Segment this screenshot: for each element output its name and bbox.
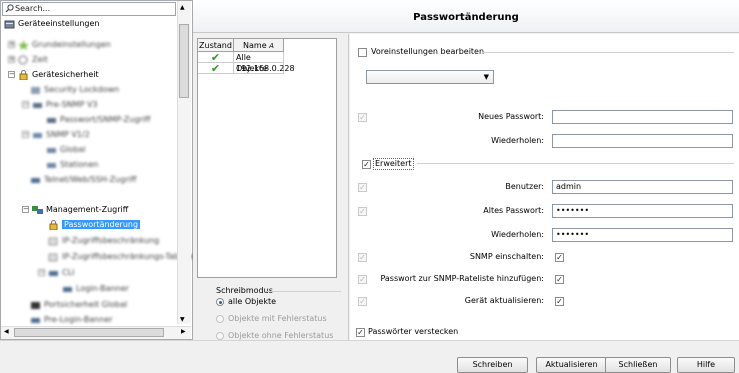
refresh-button[interactable]: Aktualisieren	[536, 357, 607, 373]
repeat2-label: Wiederholen:	[491, 230, 544, 239]
tree-item-geraetesicherheit[interactable]: − Gerätesicherheit	[8, 68, 99, 82]
new-password-field[interactable]	[552, 110, 733, 124]
extended-label: Erweitert	[373, 158, 414, 170]
tree-scroll-thumb[interactable]	[179, 24, 189, 98]
scroll-down-icon[interactable]: ▼	[180, 316, 185, 323]
object-table: Zustand Name A ✔ Alle Objekte ✔ 192.168.…	[197, 38, 337, 278]
snmp-rate-label: Passwort zur SNMP-Rateliste hinzufügen:	[380, 274, 544, 283]
chevron-down-icon: ▼	[483, 73, 489, 81]
hide-passwords-checkbox[interactable]: ✓	[356, 328, 365, 337]
snmp-rate-side-checkbox: ✓	[358, 275, 367, 284]
scroll-left-icon[interactable]: ◀	[4, 328, 9, 335]
old-password-field[interactable]: •••••••	[552, 204, 733, 218]
radio-selected-icon	[216, 298, 224, 306]
tree-hscroll-thumb[interactable]	[14, 328, 164, 337]
tree-item-security-lockdown[interactable]: Security Lockdown	[30, 83, 119, 97]
sort-icon: A	[269, 42, 274, 50]
close-button[interactable]: Schließen	[605, 357, 671, 373]
old-password-checkbox: ✓	[358, 207, 367, 216]
lock-icon	[48, 219, 59, 230]
tree-item-cli[interactable]: − CLI	[38, 266, 74, 280]
tree-item-pre-snmp-v3[interactable]: − Pre-SNMP V3	[22, 98, 98, 112]
tree-root[interactable]: Geräteeinstellungen	[4, 17, 99, 31]
search-icon	[5, 4, 14, 17]
tree-item-passwortaenderung[interactable]: Passwortänderung	[48, 218, 141, 232]
help-button[interactable]: Hilfe	[677, 357, 735, 373]
search-input[interactable]: Search...	[2, 2, 176, 16]
device-icon	[4, 19, 15, 29]
scroll-right-icon[interactable]: ▶	[181, 328, 186, 335]
star-icon	[18, 39, 29, 50]
update-device-label: Gerät aktualisieren:	[464, 296, 544, 305]
mode-all-objects[interactable]: alle Objekte	[216, 295, 276, 309]
repeat2-field[interactable]: •••••••	[552, 228, 733, 242]
table-row-name[interactable]: Alle Objekte	[234, 52, 284, 73]
presets-dropdown[interactable]: ▼	[366, 70, 494, 84]
network-icon	[32, 205, 43, 215]
snmp-rate-checkbox[interactable]: ✓	[555, 275, 564, 284]
selected-label: Passwortänderung	[62, 220, 141, 229]
tree-item-management-zugriff[interactable]: − Management-Zugriff	[22, 203, 128, 217]
user-field[interactable]: admin	[552, 180, 733, 194]
scroll-up-icon[interactable]: ▲	[180, 4, 185, 11]
presets-checkbox[interactable]	[358, 48, 367, 57]
collapse-icon: −	[22, 205, 29, 213]
collapse-icon: −	[8, 70, 15, 78]
radio-icon	[216, 332, 224, 340]
user-icon	[30, 85, 41, 95]
repeat-label: Wiederholen:	[491, 136, 544, 145]
tree-item-ip-zugriff[interactable]: IP-Zugriffsbeschränkung	[48, 234, 159, 248]
tree-item-snmp-v12[interactable]: − SNMP V1/2	[22, 128, 90, 142]
tree-item-global[interactable]: Global	[46, 143, 86, 157]
mode-with-errors[interactable]: Objekte mit Fehlerstatus	[216, 312, 327, 326]
write-button[interactable]: Schreiben	[457, 357, 528, 373]
snmp-enable-label: SNMP einschalten:	[469, 252, 544, 261]
snmp-enable-side-checkbox: ✓	[358, 253, 367, 262]
tree-item-grundeinstellungen[interactable]: + Grundeinstellungen	[8, 38, 111, 52]
presets-label: Voreinstellungen bearbeiten	[371, 47, 485, 56]
tree-item-portsicherheit[interactable]: Portsicherheit Global	[30, 298, 127, 312]
user-checkbox: ✓	[358, 183, 367, 192]
table-row-state: ✔	[198, 63, 234, 74]
snmp-enable-checkbox[interactable]: ✓	[555, 253, 564, 262]
user-label: Benutzer:	[505, 182, 544, 191]
clock-icon	[18, 55, 29, 65]
expand-icon: +	[8, 40, 15, 48]
new-password-checkbox: ✓	[358, 113, 367, 122]
old-password-label: Altes Passwort:	[483, 206, 544, 215]
new-password-label: Neues Passwort:	[478, 112, 544, 121]
update-device-checkbox[interactable]: ✓	[555, 297, 564, 306]
hide-passwords-label: Passwörter verstecken	[368, 327, 459, 336]
tree-item-stationen[interactable]: Stationen	[46, 158, 98, 172]
expand-icon: +	[8, 55, 15, 63]
tree-item-passwort-snmp[interactable]: Passwort/SNMP-Zugriff	[46, 113, 150, 127]
update-device-side-checkbox: ✓	[358, 297, 367, 306]
table-row-name[interactable]: 192.168.0.228	[234, 63, 295, 74]
radio-icon	[216, 315, 224, 323]
search-placeholder: Search...	[15, 4, 51, 13]
tree-item-telnet-web-ssh[interactable]: Telnet/Web/SSH-Zugriff	[30, 173, 136, 187]
extended-checkbox[interactable]: ✓	[362, 160, 371, 169]
column-header-name[interactable]: Name A	[234, 39, 284, 52]
page-title: Passwortänderung	[193, 0, 739, 33]
tree-item-login-banner[interactable]: Login-Banner	[62, 282, 129, 296]
lock-icon	[18, 69, 29, 80]
tree-item-ip-zugriff-tabelle[interactable]: IP-Zugriffsbeschränkungs-Tabelle	[48, 250, 193, 264]
repeat-password-field[interactable]	[552, 134, 733, 148]
tree-item-zeit[interactable]: + Zeit	[8, 53, 48, 67]
tree-item-pre-login-banner[interactable]: Pre-Login-Banner	[30, 313, 113, 327]
